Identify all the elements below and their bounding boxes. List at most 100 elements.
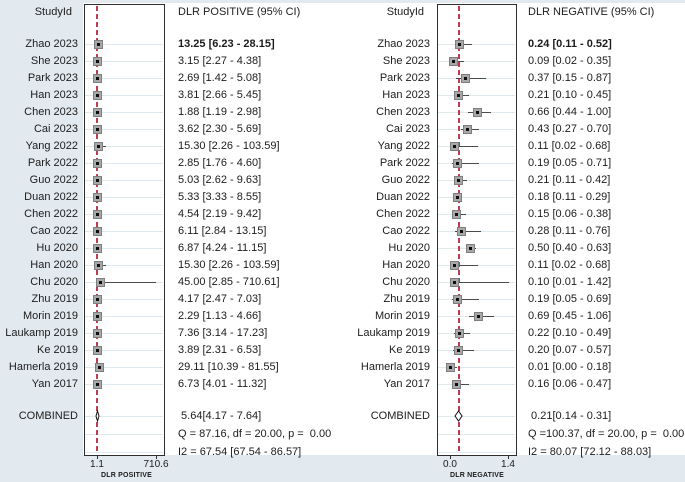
- point-estimate-dot: [453, 264, 457, 267]
- left-point-marker: [92, 210, 102, 219]
- point-estimate-dot: [452, 281, 456, 284]
- left-study-label: Duan 2022: [24, 191, 78, 203]
- right-point-marker: [453, 159, 463, 168]
- right-combined-diamond: [454, 410, 463, 422]
- right-study-value: 0.19 [0.05 - 0.69]: [528, 293, 612, 305]
- point-estimate-dot: [466, 128, 470, 131]
- left-study-value: 6.87 [4.24 - 11.15]: [178, 242, 267, 254]
- left-heterogeneity-i2: I2 = 67.54 [67.54 - 86.57]: [178, 446, 302, 458]
- point-estimate-dot: [456, 349, 460, 352]
- right-study-label: Yang 2022: [377, 140, 430, 152]
- right-row-gridline: [438, 350, 515, 351]
- left-study-label: Park 2023: [27, 72, 78, 84]
- right-studyid-header: StudyId: [386, 6, 424, 18]
- left-point-marker: [93, 40, 103, 49]
- right-study-value: 0.19 [0.05 - 0.71]: [528, 157, 612, 169]
- left-study-value: 5.33 [3.33 - 8.55]: [178, 191, 262, 203]
- left-study-value: 15.30 [2.26 - 103.59]: [178, 140, 280, 152]
- right-study-label: Cai 2023: [385, 123, 430, 135]
- point-estimate-dot: [95, 77, 99, 80]
- point-estimate-dot: [455, 196, 459, 199]
- right-study-value: 0.66 [0.44 - 1.00]: [528, 106, 612, 118]
- left-study-label: Guo 2022: [29, 174, 78, 186]
- right-study-value: 0.24 [0.11 - 0.52]: [528, 38, 612, 50]
- right-row-gridline: [438, 214, 515, 215]
- point-estimate-dot: [96, 264, 100, 267]
- right-study-label: Guo 2022: [381, 174, 430, 186]
- left-point-marker: [92, 159, 102, 168]
- right-study-value: 0.11 [0.02 - 0.68]: [528, 259, 611, 271]
- left-study-label: Chu 2020: [30, 276, 78, 288]
- right-row-gridline: [438, 197, 515, 198]
- left-axis-title: DLR POSITIVE: [100, 472, 153, 479]
- left-study-value: 13.25 [6.23 - 28.15]: [178, 38, 275, 50]
- left-study-value: 4.17 [2.47 - 7.03]: [178, 293, 262, 305]
- left-study-label: Hu 2020: [36, 242, 78, 254]
- right-study-value: 0.69 [0.45 - 1.06]: [528, 310, 612, 322]
- right-row-gridline: [438, 434, 515, 435]
- point-estimate-dot: [458, 43, 462, 46]
- point-estimate-dot: [95, 60, 99, 63]
- right-study-value: 0.10 [0.01 - 1.42]: [528, 276, 612, 288]
- right-point-marker: [454, 176, 464, 185]
- point-estimate-dot: [469, 247, 473, 250]
- point-estimate-dot: [97, 366, 101, 369]
- right-study-value: 0.01 [0.00 - 0.18]: [528, 361, 612, 373]
- left-combined-label: COMBINED: [18, 410, 78, 422]
- right-row-gridline: [438, 95, 515, 96]
- point-estimate-dot: [456, 298, 460, 301]
- right-study-label: Chen 2023: [376, 106, 430, 118]
- point-estimate-dot: [448, 366, 452, 369]
- left-study-label: Chen 2022: [24, 208, 78, 220]
- left-point-marker: [94, 363, 104, 372]
- left-study-value: 7.36 [3.14 - 17.23]: [178, 327, 268, 339]
- right-study-label: Hamerla 2019: [360, 361, 430, 373]
- left-studyid-header: StudyId: [34, 6, 72, 18]
- right-axis-min-label: 0.0: [443, 459, 457, 470]
- point-estimate-dot: [453, 145, 457, 148]
- right-combined-value: 0.21[0.14 - 0.31]: [528, 410, 612, 422]
- left-combined-value: 5.64[4.17 - 7.64]: [178, 410, 262, 422]
- right-study-label: Cao 2022: [382, 225, 430, 237]
- point-estimate-dot: [96, 332, 100, 335]
- point-estimate-dot: [95, 111, 99, 114]
- left-study-label: Zhu 2019: [31, 293, 78, 305]
- right-row-gridline: [438, 248, 515, 249]
- left-point-marker: [93, 329, 103, 338]
- point-estimate-dot: [95, 383, 99, 386]
- left-study-value: 6.73 [4.01 - 11.32]: [178, 378, 267, 390]
- point-estimate-dot: [457, 94, 461, 97]
- left-point-marker: [96, 278, 106, 287]
- right-point-marker: [454, 329, 464, 338]
- left-point-marker: [92, 176, 102, 185]
- right-study-value: 0.37 [0.15 - 0.87]: [528, 72, 612, 84]
- left-point-marker: [92, 244, 102, 253]
- left-point-marker: [92, 125, 102, 134]
- right-point-marker: [463, 125, 473, 134]
- left-study-label: Hamerla 2019: [8, 361, 78, 373]
- left-heterogeneity-q: Q = 87.16, df = 20.00, p = 0.00: [178, 428, 332, 440]
- right-point-marker: [474, 312, 484, 321]
- right-row-gridline: [438, 333, 515, 334]
- right-point-marker: [454, 91, 464, 100]
- right-point-marker: [450, 261, 460, 270]
- right-heterogeneity-q: Q =100.37, df = 20.00, p = 0.00: [528, 428, 685, 440]
- right-study-label: Chen 2022: [376, 208, 430, 220]
- right-study-label: Ke 2019: [389, 344, 430, 356]
- left-study-value: 15.30 [2.26 - 103.59]: [178, 259, 280, 271]
- right-point-marker: [453, 295, 463, 304]
- right-point-marker: [455, 40, 465, 49]
- right-point-marker: [450, 142, 460, 151]
- right-study-label: Laukamp 2019: [357, 327, 430, 339]
- left-point-marker: [92, 74, 102, 83]
- left-study-value: 45.00 [2.85 - 710.61]: [178, 276, 280, 288]
- right-point-marker: [449, 57, 459, 66]
- right-study-value: 0.18 [0.11 - 0.29]: [528, 191, 611, 203]
- point-estimate-dot: [95, 196, 99, 199]
- right-study-label: Zhu 2019: [383, 293, 430, 305]
- right-point-marker: [451, 210, 461, 219]
- point-estimate-dot: [457, 332, 461, 335]
- left-study-label: Ke 2019: [37, 344, 78, 356]
- point-estimate-dot: [95, 315, 99, 318]
- right-study-label: Morin 2019: [374, 310, 430, 322]
